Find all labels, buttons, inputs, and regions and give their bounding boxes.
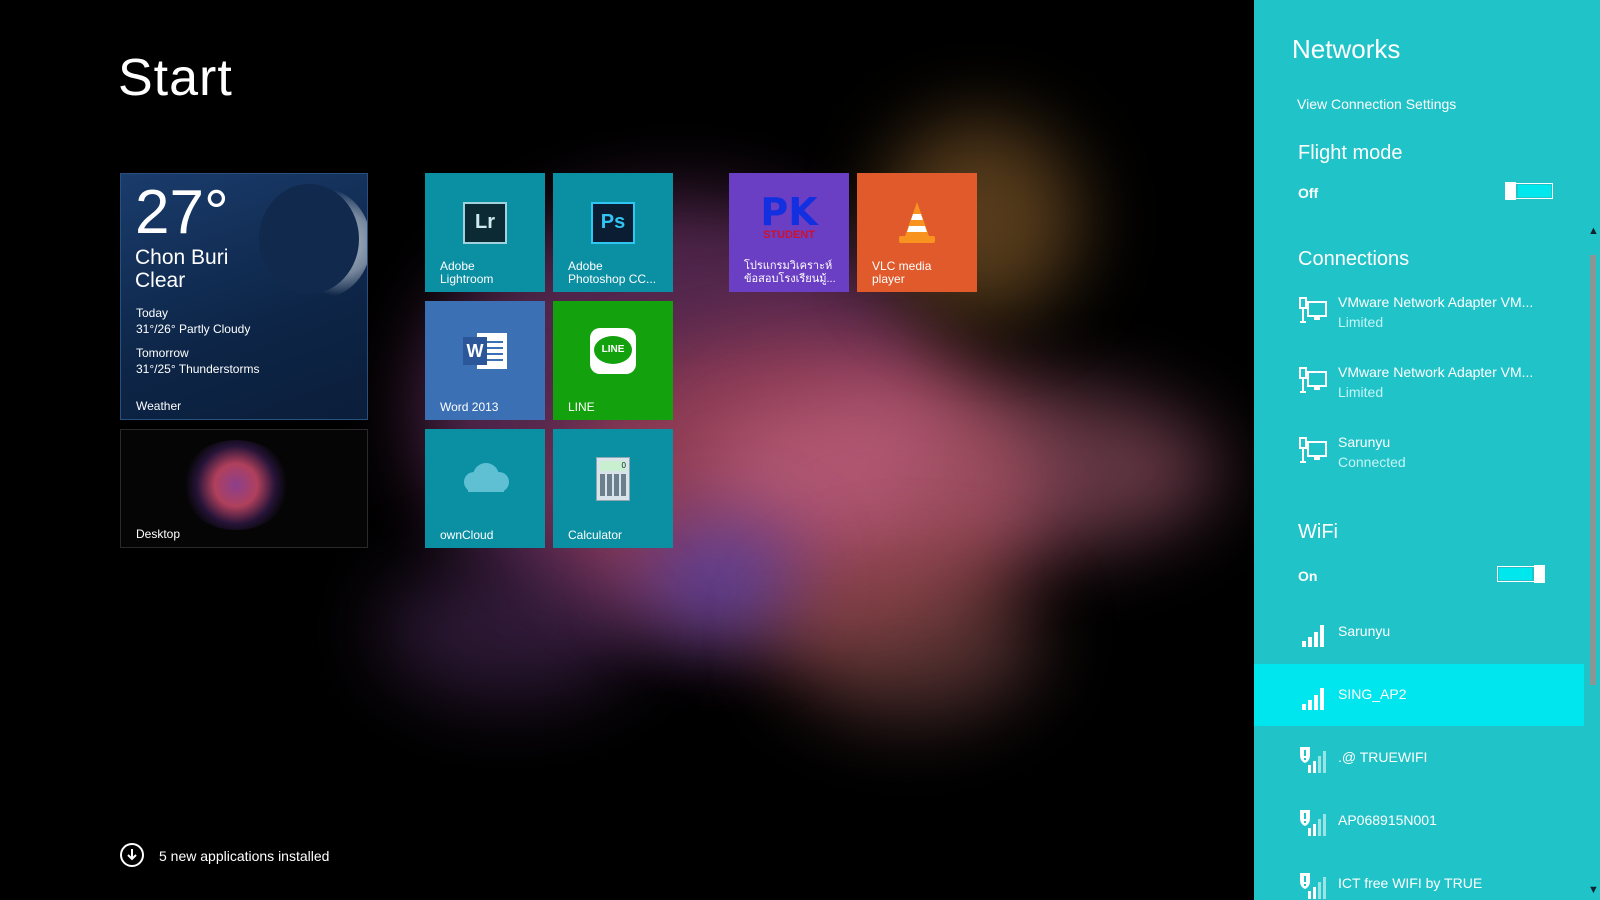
tile-label: Adobe Photoshop CC... bbox=[568, 260, 656, 286]
wifi-network-item[interactable]: AP068915N001 bbox=[1254, 790, 1584, 852]
desktop-thumbnail bbox=[181, 440, 291, 530]
connection-status: Limited bbox=[1338, 314, 1384, 330]
calculator-tile[interactable]: 0 Calculator bbox=[553, 429, 673, 548]
connection-name: Sarunyu bbox=[1338, 434, 1391, 450]
tile-label: LINE bbox=[568, 400, 595, 414]
weather-today-label: Today bbox=[136, 306, 169, 320]
wifi-title: WiFi bbox=[1298, 521, 1338, 543]
networks-pane: Networks View Connection Settings Flight… bbox=[1254, 0, 1600, 900]
connection-status: Limited bbox=[1338, 384, 1384, 400]
photoshop-icon: Ps bbox=[591, 201, 635, 244]
word-tile[interactable]: W Word 2013 bbox=[425, 301, 545, 420]
weather-temperature: 27° bbox=[135, 178, 229, 247]
wifi-network-item[interactable]: Sarunyu bbox=[1254, 601, 1584, 663]
tile-label-line: ข้อสอบโรงเรียนมู้... bbox=[744, 273, 836, 285]
connections-title: Connections bbox=[1298, 248, 1410, 270]
line-tile[interactable]: LINE LINE bbox=[553, 301, 673, 420]
connection-item[interactable]: Sarunyu Connected bbox=[1298, 434, 1568, 484]
word-icon: W bbox=[463, 331, 507, 371]
tile-label: ownCloud bbox=[440, 528, 494, 542]
calculator-icon: 0 bbox=[596, 456, 630, 501]
notification-text: 5 new applications installed bbox=[159, 848, 330, 864]
wifi-toggle[interactable] bbox=[1497, 565, 1545, 583]
start-title: Start bbox=[118, 49, 233, 107]
ethernet-icon bbox=[1299, 297, 1327, 323]
wifi-secured-warning-icon bbox=[1300, 747, 1326, 773]
wifi-state: On bbox=[1298, 568, 1318, 584]
flight-mode-state: Off bbox=[1298, 185, 1319, 201]
connection-item[interactable]: VMware Network Adapter VM... Limited bbox=[1298, 364, 1568, 414]
pk-logo-sub: STUDENT bbox=[763, 229, 815, 241]
pk-logo: PK bbox=[760, 190, 818, 234]
wifi-secured-warning-icon bbox=[1300, 873, 1326, 899]
wifi-network-name: SING_AP2 bbox=[1338, 686, 1407, 702]
tile-label-line: Photoshop CC... bbox=[568, 272, 657, 286]
moon-shadow bbox=[259, 184, 359, 294]
photoshop-tile[interactable]: Ps Adobe Photoshop CC... bbox=[553, 173, 673, 292]
cloud-icon bbox=[464, 462, 509, 492]
lightroom-tile[interactable]: Lr Adobe Lightroom bbox=[425, 173, 545, 292]
weather-condition: Clear bbox=[135, 269, 186, 292]
wifi-network-name: ICT free WIFI by TRUE bbox=[1338, 875, 1483, 891]
pk-student-tile[interactable]: PK STUDENT โปรแกรมวิเคราะห์ ข้อสอบโรงเรี… bbox=[729, 173, 849, 292]
lightroom-icon: Lr bbox=[463, 201, 507, 244]
weather-tile[interactable]: 27° Chon Buri Clear Today 31°/26° Partly… bbox=[120, 173, 368, 420]
tile-label-line: player bbox=[872, 272, 905, 286]
weather-tomorrow-label: Tomorrow bbox=[136, 346, 189, 360]
wifi-signal-icon bbox=[1302, 625, 1324, 647]
tile-label-line: Lightroom bbox=[440, 272, 494, 286]
connection-name: VMware Network Adapter VM... bbox=[1338, 364, 1534, 380]
calculator-keys bbox=[600, 473, 626, 496]
view-connection-settings-link[interactable]: View Connection Settings bbox=[1297, 96, 1456, 112]
networks-title: Networks bbox=[1292, 34, 1401, 64]
tile-label: โปรแกรมวิเคราะห์ ข้อสอบโรงเรียนมู้... bbox=[744, 260, 836, 286]
ethernet-icon bbox=[1299, 367, 1327, 393]
tile-label: Calculator bbox=[568, 528, 623, 542]
owncloud-tile[interactable]: ownCloud bbox=[425, 429, 545, 548]
vlc-tile[interactable]: VLC media player bbox=[857, 173, 977, 292]
wifi-network-name: Sarunyu bbox=[1338, 623, 1391, 639]
ethernet-icon bbox=[1299, 437, 1327, 463]
download-arrow-icon bbox=[120, 843, 144, 867]
wifi-signal-icon bbox=[1302, 688, 1324, 710]
vlc-cone-icon bbox=[899, 201, 935, 243]
scroll-up-icon[interactable]: ▲ bbox=[1587, 225, 1600, 237]
wifi-network-name: .@ TRUEWIFI bbox=[1338, 749, 1428, 765]
tile-label: Weather bbox=[136, 399, 182, 413]
wifi-network-name: AP068915N001 bbox=[1338, 812, 1437, 828]
tile-label-line: โปรแกรมวิเคราะห์ bbox=[744, 260, 833, 272]
connection-status: Connected bbox=[1338, 454, 1406, 470]
weather-city: Chon Buri bbox=[135, 246, 229, 269]
tile-label: Desktop bbox=[136, 527, 181, 541]
wifi-network-item[interactable]: ICT free WIFI by TRUE bbox=[1254, 853, 1584, 900]
desktop-tile[interactable]: Desktop bbox=[120, 429, 368, 548]
tile-label: Word 2013 bbox=[440, 400, 499, 414]
line-icon: LINE bbox=[590, 327, 636, 374]
tile-label: VLC media player bbox=[872, 260, 931, 286]
flight-mode-title: Flight mode bbox=[1298, 142, 1403, 164]
connection-name: VMware Network Adapter VM... bbox=[1338, 294, 1534, 310]
scroll-down-icon[interactable]: ▼ bbox=[1587, 884, 1600, 896]
weather-today-forecast: 31°/26° Partly Cloudy bbox=[136, 322, 251, 336]
calculator-display: 0 bbox=[600, 460, 626, 471]
flight-mode-toggle[interactable] bbox=[1505, 182, 1553, 200]
wifi-secured-warning-icon bbox=[1300, 810, 1326, 836]
scroll-thumb[interactable] bbox=[1590, 255, 1596, 685]
tile-label: Adobe Lightroom bbox=[440, 260, 493, 286]
wifi-network-item[interactable]: .@ TRUEWIFI bbox=[1254, 727, 1584, 789]
weather-tomorrow-forecast: 31°/25° Thunderstorms bbox=[136, 362, 260, 376]
word-icon-letter: W bbox=[463, 336, 487, 365]
wifi-network-item-selected[interactable]: SING_AP2 bbox=[1254, 664, 1584, 726]
connection-item[interactable]: VMware Network Adapter VM... Limited bbox=[1298, 294, 1568, 344]
networks-scrollbar[interactable]: ▲ ▼ bbox=[1587, 225, 1600, 900]
line-icon-text: LINE bbox=[594, 335, 632, 364]
